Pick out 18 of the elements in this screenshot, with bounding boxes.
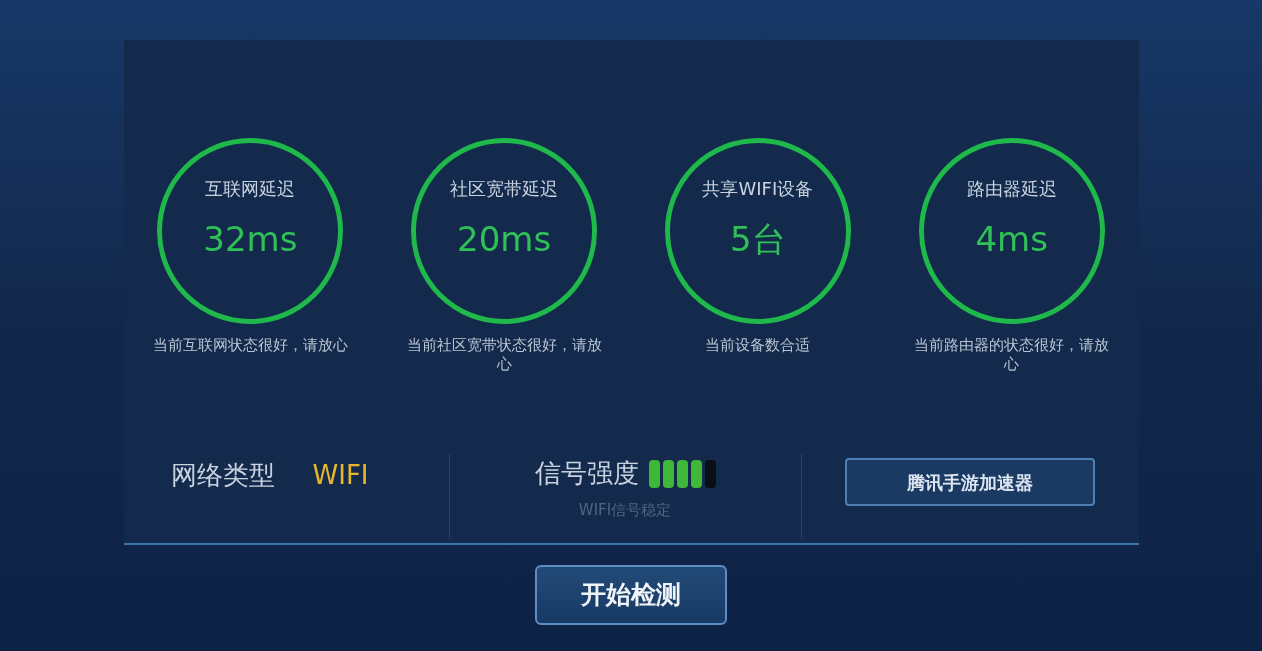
- metric-caption: 当前社区宽带状态很好，请放心: [405, 336, 603, 374]
- metric-value: 32ms: [203, 218, 298, 261]
- metric-title: 社区宽带延迟: [450, 177, 559, 201]
- metric-title: 互联网延迟: [205, 177, 296, 201]
- metric-value: 4ms: [975, 218, 1048, 261]
- metric-title: 路由器延迟: [966, 177, 1057, 201]
- signal-strength-label: 信号强度: [534, 457, 639, 490]
- network-type-value: WIFI: [312, 459, 369, 492]
- metric-value: 5台: [730, 218, 786, 261]
- start-button[interactable]: 开始检测: [535, 565, 727, 625]
- metric-title: 共享WIFI设备: [702, 177, 814, 201]
- metric-value: 20ms: [457, 218, 552, 261]
- metric-caption: 当前设备数合适: [704, 336, 812, 355]
- network-type-label: 网络类型: [170, 459, 275, 492]
- accelerator-button[interactable]: 腾讯手游加速器: [845, 458, 1095, 506]
- metric-caption: 当前互联网状态很好，请放心: [151, 336, 349, 355]
- metric-caption: 当前路由器的状态很好，请放心: [913, 336, 1111, 374]
- signal-status-text: WIFI信号稳定: [578, 500, 672, 521]
